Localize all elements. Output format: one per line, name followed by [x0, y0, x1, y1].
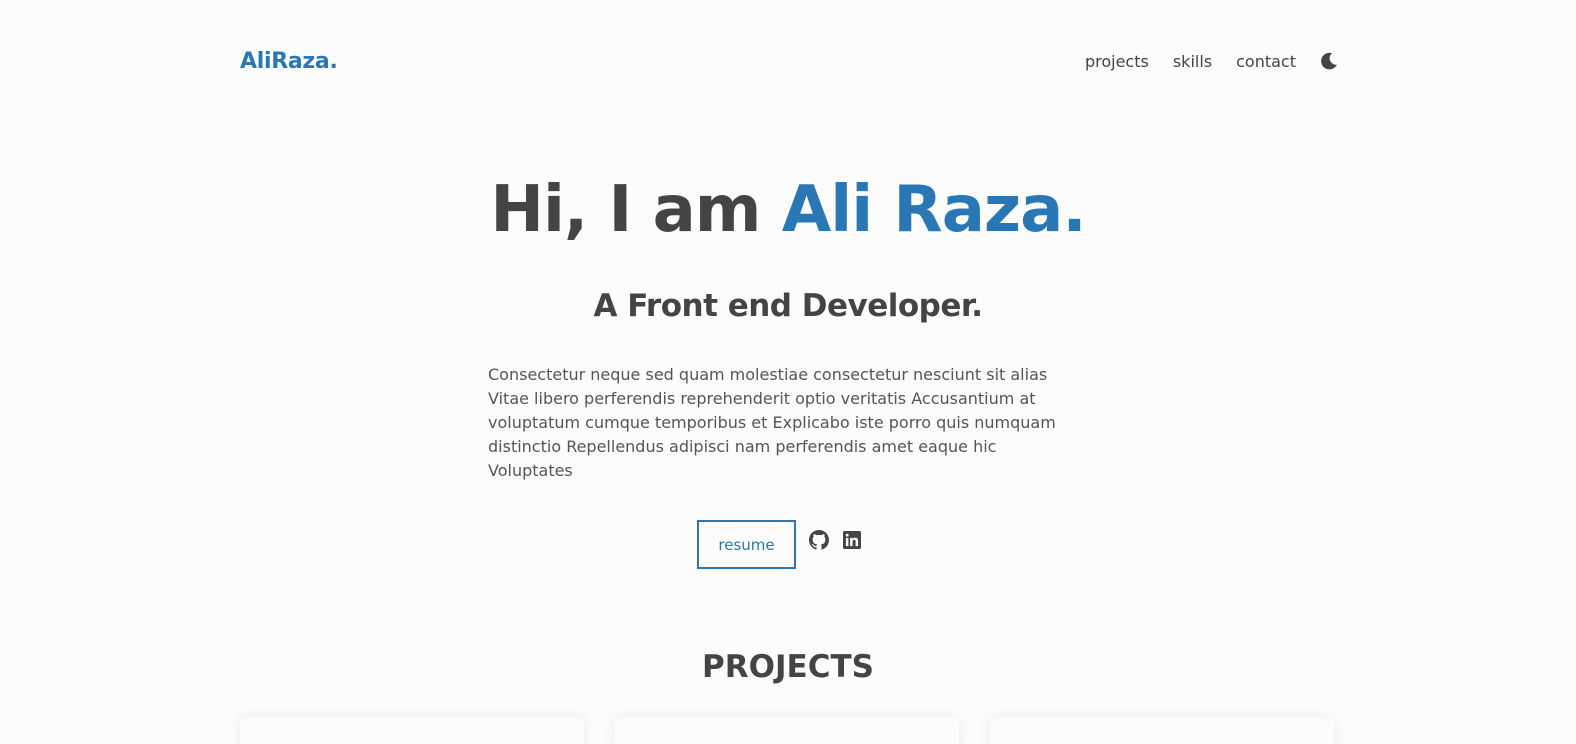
linkedin-link[interactable]	[842, 530, 862, 550]
theme-toggle-button[interactable]	[1318, 50, 1340, 72]
logo[interactable]: AliRaza.	[240, 49, 338, 74]
github-icon	[809, 530, 829, 550]
moon-icon	[1321, 52, 1337, 70]
project-card[interactable]	[240, 718, 584, 744]
social-links	[809, 530, 875, 550]
main-nav: projects skills contact	[1061, 50, 1340, 72]
github-link[interactable]	[809, 530, 829, 550]
project-card[interactable]	[990, 718, 1334, 744]
hero-title-name: Ali Raza.	[781, 173, 1087, 247]
project-card[interactable]	[615, 718, 959, 744]
hero-actions: resume	[697, 520, 875, 569]
hero-title-prefix: Hi, I am	[490, 173, 782, 247]
hero-subtitle: A Front end Developer.	[593, 288, 983, 324]
linkedin-icon	[843, 531, 861, 549]
nav-link-contact[interactable]: contact	[1236, 52, 1296, 71]
hero-about-text: Consectetur neque sed quam molestiae con…	[488, 365, 1056, 480]
hero-title: Hi, I am Ali Raza.	[0, 170, 1576, 250]
site-header: AliRaza. projects skills contact	[240, 44, 1340, 78]
resume-button[interactable]: resume	[697, 520, 796, 569]
nav-link-skills[interactable]: skills	[1173, 52, 1212, 71]
projects-heading: PROJECTS	[702, 649, 874, 685]
nav-link-projects[interactable]: projects	[1085, 52, 1149, 71]
page: AliRaza. projects skills contact Hi, I a…	[0, 0, 1576, 744]
